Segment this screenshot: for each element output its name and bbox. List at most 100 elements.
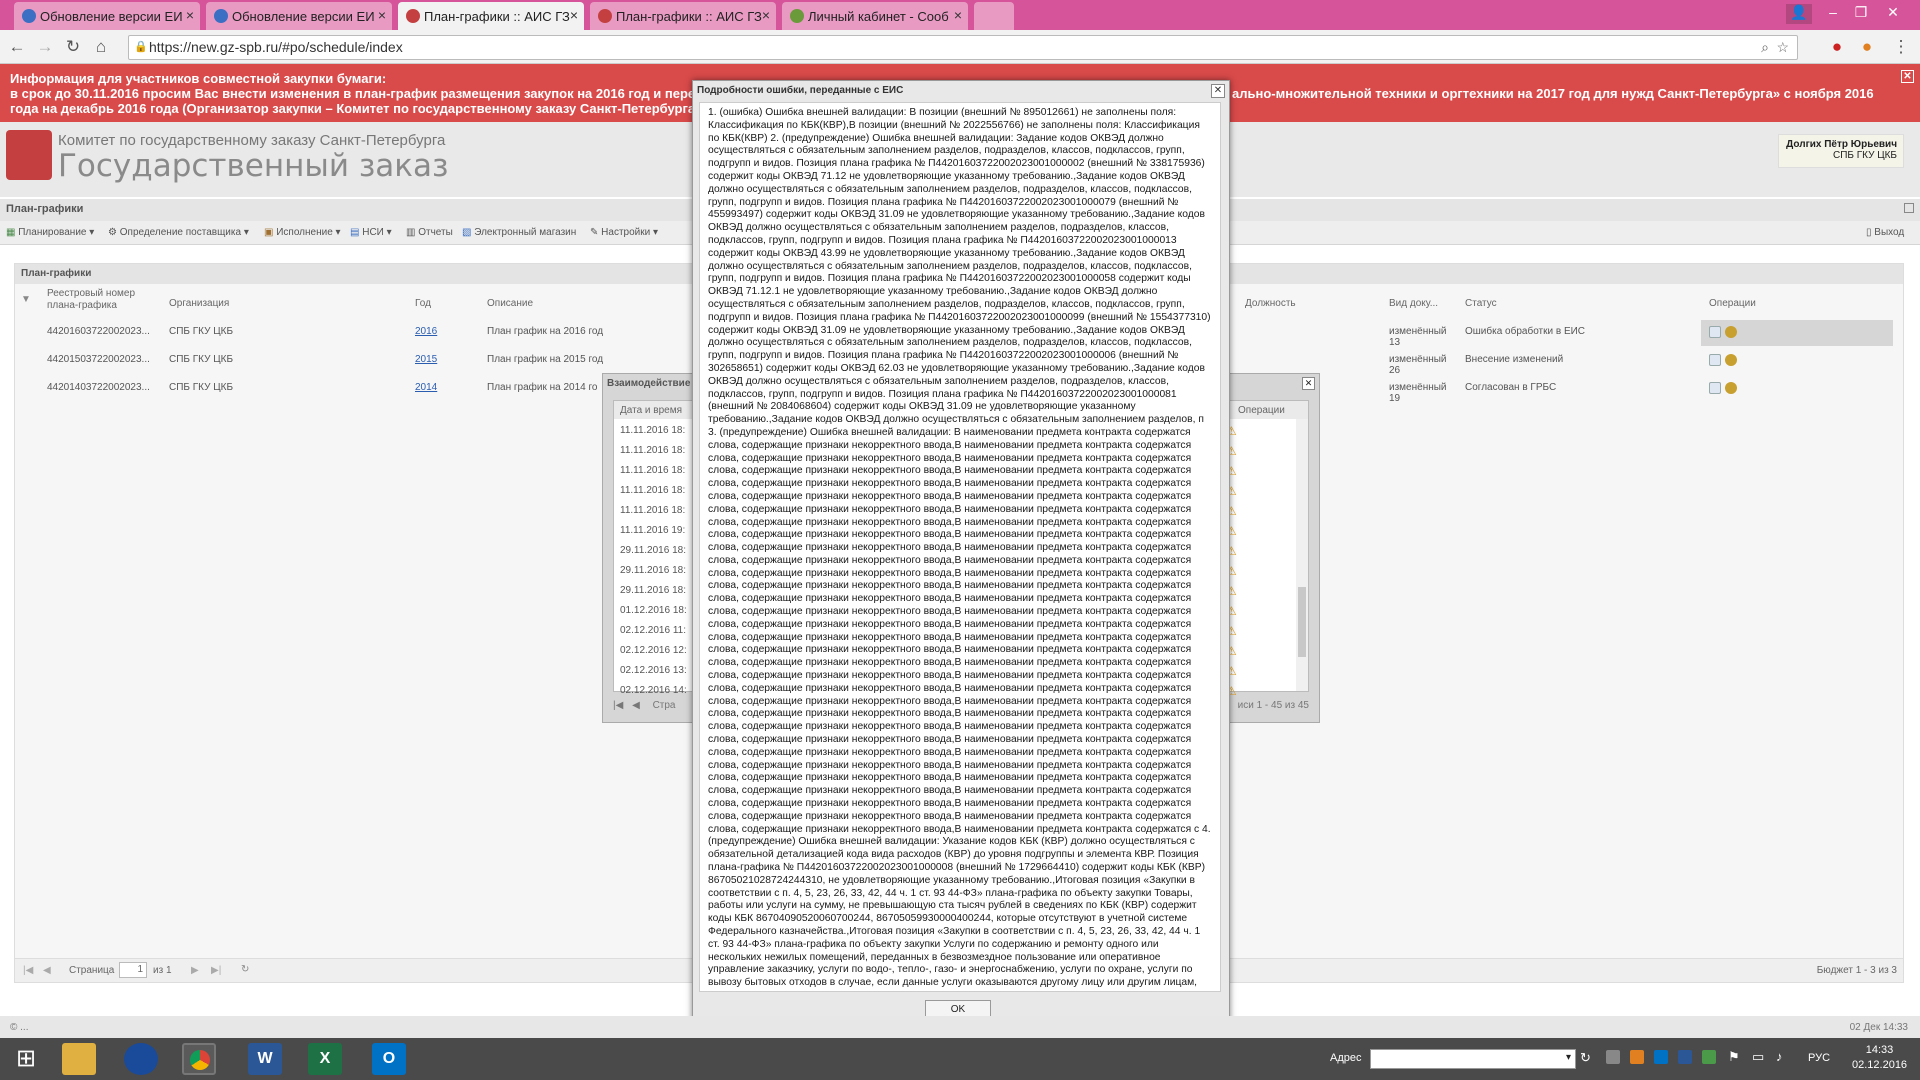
tray-icon[interactable]	[1630, 1050, 1644, 1064]
browser-tab[interactable]: Личный кабинет - Сооб ×	[782, 2, 968, 30]
volume-icon[interactable]: ♪	[1776, 1049, 1783, 1064]
close-tab-icon[interactable]: ×	[186, 7, 194, 23]
document-icon[interactable]	[1709, 382, 1721, 394]
refresh-icon[interactable]: ↻	[241, 964, 249, 975]
excel-icon[interactable]: X	[308, 1043, 342, 1075]
zoom-icon[interactable]: ⌕	[1761, 36, 1769, 59]
filter-icon[interactable]: ▼	[21, 294, 31, 306]
cabinet-icon	[790, 9, 804, 23]
file-explorer-icon[interactable]	[62, 1043, 96, 1075]
emblem-icon[interactable]	[1725, 354, 1737, 366]
column-header[interactable]: Реестровый номер плана-графика	[47, 288, 147, 312]
year-link[interactable]: 2015	[415, 354, 437, 365]
menu-nsi[interactable]: ▤ НСИ ▾	[350, 227, 392, 238]
flag-icon[interactable]: ⚑	[1728, 1049, 1740, 1065]
column-header[interactable]: Организация	[169, 298, 229, 310]
browser-tab[interactable]: План-графики :: АИС ГЗ ×	[590, 2, 776, 30]
next-page-icon[interactable]: ▶	[191, 965, 199, 976]
menu-eshop[interactable]: ▧ Электронный магазин	[462, 227, 576, 238]
menu-planning[interactable]: ▦ Планирование ▾	[6, 227, 94, 238]
home-icon[interactable]: ⌂	[90, 36, 112, 58]
new-tab-button[interactable]	[974, 2, 1014, 30]
profile-icon[interactable]: 👤	[1786, 4, 1812, 24]
tray-icon[interactable]	[1702, 1050, 1716, 1064]
close-tab-icon[interactable]: ×	[762, 7, 770, 23]
word-icon[interactable]: W	[248, 1043, 282, 1075]
network-icon[interactable]: ▭	[1752, 1049, 1764, 1065]
year-link[interactable]: 2014	[415, 382, 437, 393]
dialog-close-button[interactable]: ✕	[1211, 84, 1225, 98]
page-input[interactable]: 1	[119, 962, 147, 978]
close-tab-icon[interactable]: ×	[570, 7, 578, 23]
tray-icon[interactable]	[1678, 1050, 1692, 1064]
first-page-icon[interactable]: |◀	[613, 700, 623, 711]
go-icon[interactable]: ↻	[1580, 1050, 1591, 1066]
outlook-tray-icon[interactable]	[1654, 1050, 1668, 1064]
last-page-icon[interactable]: ▶|	[211, 965, 221, 976]
address-toolbar-input[interactable]: ▾	[1370, 1049, 1576, 1069]
document-icon[interactable]	[1709, 326, 1721, 338]
prev-page-icon[interactable]: ◀	[632, 700, 640, 711]
column-header[interactable]: Год	[415, 298, 431, 310]
browser-tab[interactable]: Обновление версии ЕИ ×	[206, 2, 392, 30]
column-header[interactable]: Описание	[487, 298, 533, 310]
column-header[interactable]: Должность	[1245, 298, 1296, 310]
close-tab-icon[interactable]: ×	[954, 7, 962, 23]
browser-tab[interactable]: Обновление версии ЕИ ×	[14, 2, 200, 30]
prev-page-icon[interactable]: ◀	[43, 965, 51, 976]
site-logo-icon	[406, 9, 420, 23]
menu-settings[interactable]: ✎ Настройки ▾	[590, 227, 658, 238]
browser-tab-active[interactable]: План-графики :: АИС ГЗ ×	[398, 2, 584, 30]
menu-supplier[interactable]: ⚙ Определение поставщика ▾	[108, 227, 249, 238]
restore-button[interactable]: ❐	[1848, 4, 1874, 24]
bookmark-star-icon[interactable]: ☆	[1776, 36, 1789, 59]
close-tab-icon[interactable]: ×	[378, 7, 386, 23]
browser-menu-icon[interactable]: ⋮	[1890, 36, 1912, 58]
reload-icon[interactable]: ↻	[62, 36, 84, 58]
back-icon[interactable]: ←	[6, 36, 28, 58]
url-input[interactable]: 🔒 https://new.gz-spb.ru/#po/schedule/ind…	[128, 35, 1798, 60]
close-window-button[interactable]: ✕	[1880, 4, 1906, 24]
emblem-icon[interactable]	[1725, 382, 1737, 394]
clock[interactable]: 14:33 02.12.2016	[1852, 1043, 1907, 1073]
ie-browser-icon[interactable]	[124, 1043, 158, 1075]
first-page-icon[interactable]: |◀	[23, 965, 33, 976]
scrollbar[interactable]	[1296, 419, 1308, 691]
emblem-icon[interactable]	[1725, 326, 1737, 338]
language-indicator[interactable]: РУС	[1808, 1052, 1830, 1064]
dropdown-icon[interactable]: ▾	[1566, 1052, 1571, 1063]
org-cell: СПБ ГКУ ЦКБ	[169, 382, 234, 393]
date-column-header[interactable]: Дата и время	[620, 405, 682, 416]
document-icon[interactable]	[1709, 354, 1721, 366]
execution-icon: ▣	[264, 227, 274, 238]
tab-label: Обновление версии ЕИ	[232, 8, 375, 24]
user-box[interactable]: Долгих Пётр Юрьевич СПБ ГКУ ЦКБ	[1778, 134, 1904, 168]
report-icon: ▥	[406, 227, 416, 238]
notice-close-icon[interactable]: ✕	[1901, 70, 1914, 83]
operations-column-header[interactable]: Операции	[1238, 405, 1285, 416]
opera-extension-icon[interactable]: ●	[1826, 36, 1848, 58]
section-title-text: План-графики	[6, 203, 84, 215]
error-details-text: 1. (ошибка) Ошибка внешней валидации: В …	[699, 102, 1221, 992]
column-header[interactable]: Вид доку...	[1389, 298, 1438, 310]
menu-label: Планирование ▾	[18, 227, 95, 238]
nsi-icon: ▤	[350, 227, 360, 238]
operations-cell	[1701, 320, 1893, 346]
forward-icon[interactable]: →	[34, 36, 56, 58]
column-header[interactable]: Статус	[1465, 298, 1497, 310]
close-icon[interactable]: ✕	[1302, 377, 1315, 390]
column-header[interactable]: Операции	[1709, 298, 1756, 310]
year-link[interactable]: 2016	[415, 326, 437, 337]
logout-button[interactable]: ▯ Выход	[1866, 227, 1904, 238]
collapse-icon[interactable]	[1904, 203, 1914, 213]
menu-reports[interactable]: ▥ Отчеты	[406, 227, 453, 238]
menu-execution[interactable]: ▣ Исполнение ▾	[264, 227, 341, 238]
menu-label: Определение поставщика ▾	[119, 227, 249, 238]
chrome-icon[interactable]	[182, 1043, 216, 1075]
scrollbar-thumb[interactable]	[1298, 587, 1306, 657]
minimize-button[interactable]: –	[1820, 4, 1846, 24]
windows-start-icon[interactable]: ⊞	[8, 1043, 44, 1075]
outlook-icon[interactable]: O	[372, 1043, 406, 1075]
tray-icon[interactable]	[1606, 1050, 1620, 1064]
extension-icon[interactable]: ●	[1856, 36, 1878, 58]
